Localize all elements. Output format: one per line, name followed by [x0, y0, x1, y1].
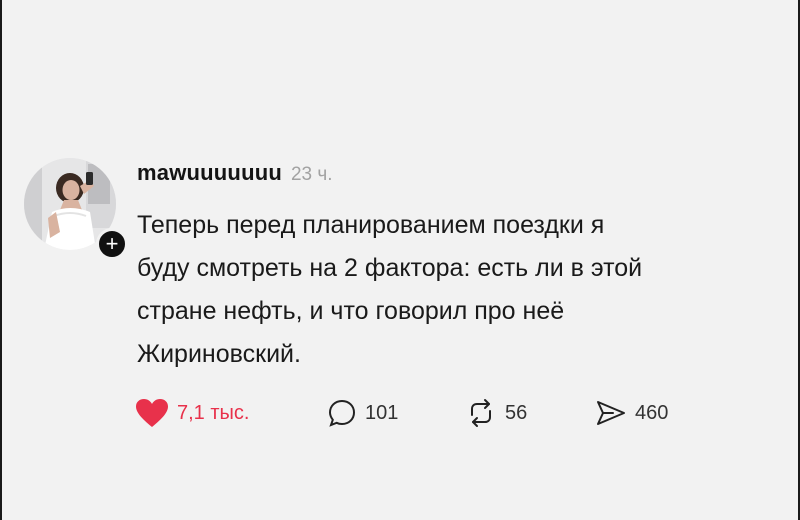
post-text: Теперь перед планированием поездки я буд…: [137, 204, 767, 376]
left-border: [0, 0, 2, 520]
repost-icon: [471, 399, 491, 427]
screenshot-frame: + mawuuuuuuu 23 ч. Теперь перед планиров…: [0, 0, 800, 520]
repost-count: 56: [505, 401, 528, 424]
reply-button[interactable]: 101: [327, 396, 398, 430]
like-button[interactable]: 7,1 тыс.: [135, 396, 249, 430]
post-content: mawuuuuuuu 23 ч. Теперь перед планирован…: [137, 152, 777, 376]
post-header: mawuuuuuuu 23 ч.: [137, 160, 777, 192]
heart-icon: [136, 399, 168, 427]
post-text-line: Жириновский.: [137, 340, 301, 368]
follow-plus-button[interactable]: +: [96, 228, 128, 260]
plus-icon: +: [105, 231, 119, 256]
like-count: 7,1 тыс.: [177, 401, 250, 424]
send-icon: [597, 401, 625, 425]
post-time: 23 ч.: [290, 164, 333, 185]
share-count: 460: [635, 401, 669, 424]
username[interactable]: mawuuuuuuu: [137, 160, 282, 186]
speech-bubble-icon: [328, 399, 356, 427]
post-text-line: Теперь перед планированием поездки я: [137, 211, 605, 239]
post-actions: 7,1 тыс. 101 56 460: [135, 396, 755, 430]
post-text-line: буду смотреть на 2 фактора: есть ли в эт…: [137, 254, 643, 282]
share-button[interactable]: 460: [595, 396, 668, 430]
repost-button[interactable]: 56: [465, 396, 527, 430]
post-text-line: стране нефть, и что говорил про неё: [137, 297, 565, 325]
reply-count: 101: [365, 401, 399, 424]
